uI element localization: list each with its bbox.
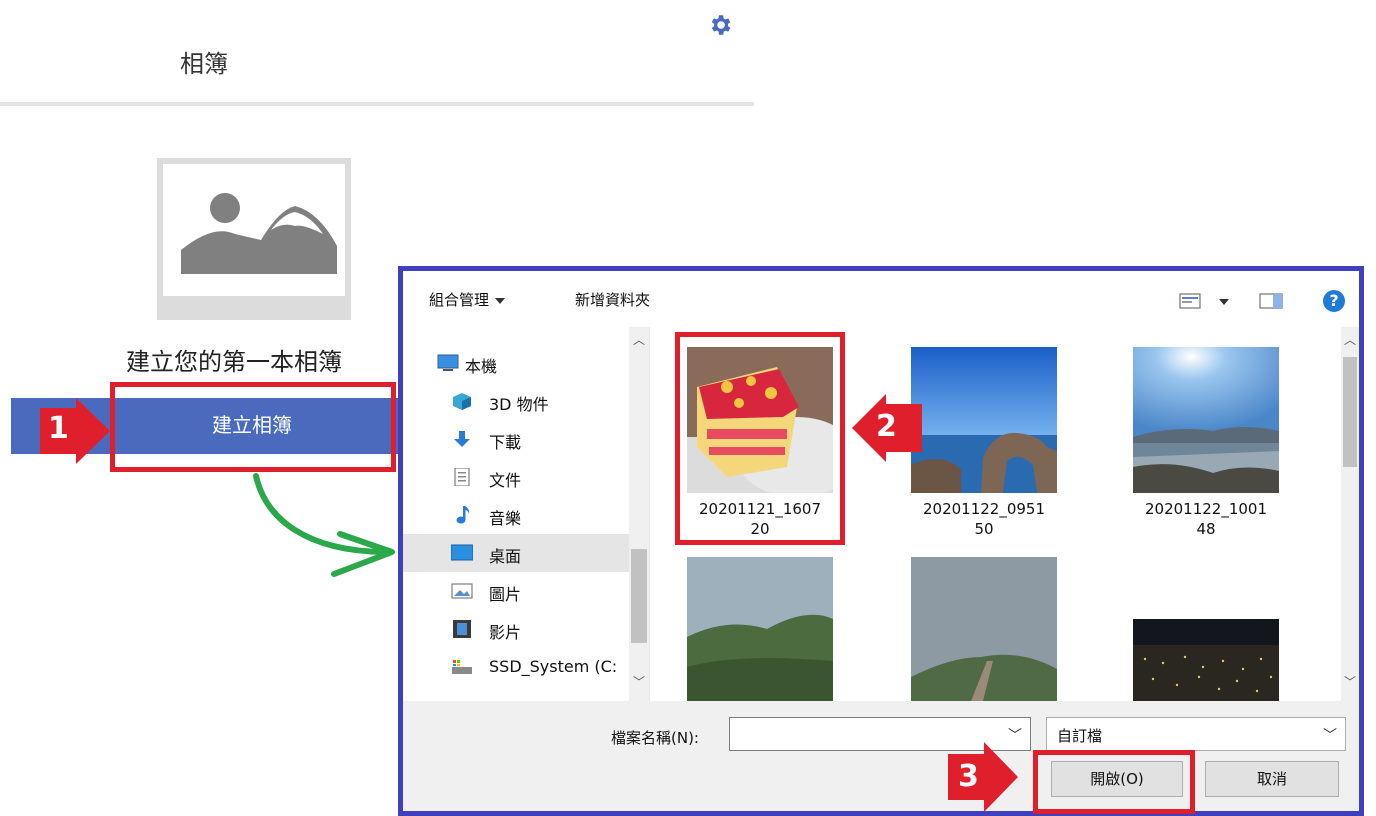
app-header: 相簿 xyxy=(0,0,754,106)
file-thumbnail-rocky-coast[interactable] xyxy=(1133,347,1279,493)
filetype-select[interactable]: 自訂檔 ﹀ xyxy=(1046,717,1346,751)
files-scrollbar-thumb[interactable] xyxy=(1343,357,1357,467)
green-arrow xyxy=(253,473,395,577)
organize-menu[interactable]: 組合管理 xyxy=(429,289,506,310)
dialog-toolbar: 組合管理 新增資料夾 ? xyxy=(403,271,1359,327)
nav-scrollbar-thumb[interactable] xyxy=(631,549,647,643)
file-thumbnail-misty-ridge[interactable] xyxy=(911,557,1057,701)
file-thumbnail-sea-arch[interactable] xyxy=(911,347,1057,493)
scroll-up-icon[interactable]: ︿ xyxy=(633,331,645,348)
file-thumbnail-green-hill[interactable] xyxy=(687,557,833,701)
dialog-bottom-bar: 檔案名稱(N): ﹀ 自訂檔 ﹀ 開啟(O) 取消 xyxy=(403,701,1359,811)
help-icon[interactable]: ? xyxy=(1323,290,1345,312)
callout-number-2: 2 xyxy=(876,409,897,444)
file-open-dialog: 組合管理 新增資料夾 ? 本機 3D 物件 下載 文件 音樂 桌面 圖片 影片 … xyxy=(398,266,1364,816)
gear-icon[interactable] xyxy=(707,12,733,38)
nav-item-downloads[interactable]: 下載 xyxy=(403,420,629,458)
nav-item-3d-objects[interactable]: 3D 物件 xyxy=(403,382,629,420)
page-title: 相簿 xyxy=(180,50,228,78)
pictures-icon xyxy=(451,583,473,599)
album-placeholder-image xyxy=(157,158,351,320)
highlight-open-button xyxy=(1033,750,1195,814)
caret-down-icon xyxy=(495,297,506,304)
nav-item-pictures[interactable]: 圖片 xyxy=(403,572,629,610)
files-scroll-up-icon[interactable]: ︿ xyxy=(1344,331,1356,348)
landscape-icon xyxy=(181,193,337,274)
computer-icon xyxy=(437,354,459,371)
navigation-pane: 本機 3D 物件 下載 文件 音樂 桌面 圖片 影片 SSD_System (C… xyxy=(403,327,650,701)
music-icon xyxy=(456,506,470,524)
view-mode-icon[interactable] xyxy=(1179,293,1201,309)
nav-item-desktop[interactable]: 桌面 xyxy=(403,534,629,572)
chevron-down-icon: ﹀ xyxy=(1323,728,1337,744)
nav-item-music[interactable]: 音樂 xyxy=(403,496,629,534)
videos-icon xyxy=(453,620,471,638)
files-scroll-down-icon[interactable]: ﹀ xyxy=(1344,673,1356,690)
nav-item-ssd-system[interactable]: SSD_System (C: xyxy=(403,648,629,686)
callout-number-3: 3 xyxy=(958,759,979,794)
filename-label: 檔案名稱(N): xyxy=(611,729,699,747)
nav-scrollbar[interactable]: ︿ ﹀ xyxy=(629,327,649,701)
highlight-create-button xyxy=(110,382,396,472)
screenshot-stage: 相簿 建立您的第一本相簿 建立相簿 1 組合管理 新增資料夾 ? 本機 3D 物… xyxy=(0,0,1376,816)
nav-item-this-pc[interactable]: 本機 xyxy=(403,344,629,382)
3d-objects-icon xyxy=(453,393,471,410)
new-folder-button[interactable]: 新增資料夾 xyxy=(575,289,650,310)
desktop-icon xyxy=(451,544,473,561)
cancel-button[interactable]: 取消 xyxy=(1205,761,1339,797)
nav-item-documents[interactable]: 文件 xyxy=(403,458,629,496)
view-caret-icon[interactable] xyxy=(1219,299,1229,305)
drive-icon xyxy=(452,660,472,674)
nav-item-videos[interactable]: 影片 xyxy=(403,610,629,648)
highlight-selected-file xyxy=(675,332,845,545)
document-icon xyxy=(454,468,470,486)
empty-state-text: 建立您的第一本相簿 xyxy=(126,348,342,376)
callout-number-1: 1 xyxy=(48,411,69,446)
files-scrollbar[interactable]: ︿ ﹀ xyxy=(1341,327,1359,701)
download-icon xyxy=(454,431,470,447)
file-name-2[interactable]: 20201122_0951 50 xyxy=(889,499,1079,539)
file-name-3[interactable]: 20201122_1001 48 xyxy=(1111,499,1301,539)
scroll-down-icon[interactable]: ﹀ xyxy=(633,673,645,690)
preview-pane-icon[interactable] xyxy=(1259,293,1283,309)
file-thumbnail-night-city[interactable] xyxy=(1133,619,1279,701)
